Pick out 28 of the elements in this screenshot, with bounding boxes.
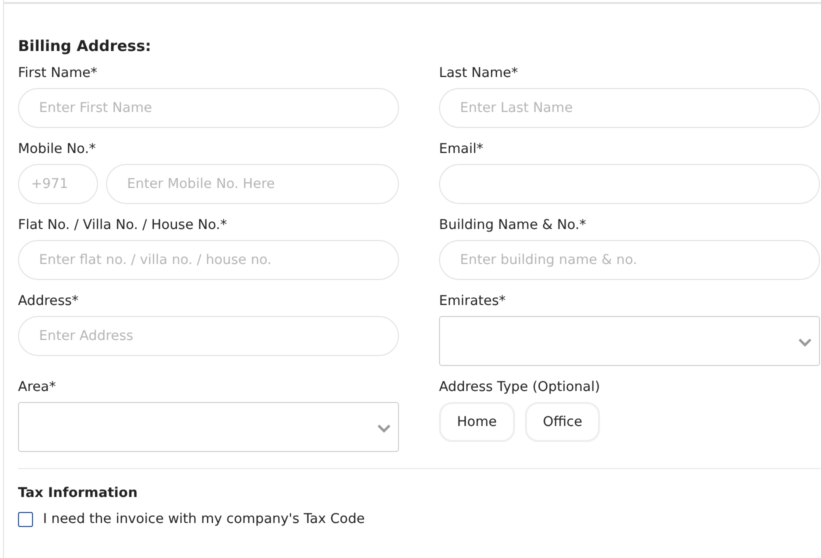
- field-label: Mobile No.*: [18, 140, 97, 159]
- field-label: Flat No. / Villa No. / House No.*: [18, 216, 228, 235]
- mobile-field[interactable]: Enter Mobile No. Here: [106, 164, 399, 204]
- field-label: Building Name & No.*: [439, 216, 588, 235]
- chevron-down-icon: [798, 338, 812, 347]
- field-label: Emirates*: [439, 292, 507, 311]
- input-field[interactable]: Enter flat no. / villa no. / house no.: [18, 240, 399, 280]
- input-field[interactable]: [439, 164, 820, 204]
- field-label: Last Name*: [439, 64, 519, 83]
- section-title: Billing Address:: [18, 37, 152, 55]
- country-code-field[interactable]: +971: [18, 164, 98, 204]
- field-label: Area*: [18, 378, 57, 397]
- field-label: Email*: [439, 140, 484, 159]
- field-label: Address*: [18, 292, 80, 311]
- input-field[interactable]: Enter building name & no.: [439, 240, 820, 280]
- dropdown-field[interactable]: [18, 402, 399, 452]
- section-title: Tax Information: [18, 485, 139, 501]
- field-label: First Name*: [18, 64, 98, 83]
- dropdown-field[interactable]: [439, 316, 820, 366]
- address-type-button[interactable]: Home: [439, 402, 515, 442]
- input-field[interactable]: Enter First Name: [18, 88, 399, 128]
- chevron-down-icon: [377, 424, 391, 433]
- input-field[interactable]: Enter Last Name: [439, 88, 820, 128]
- field-label: Address Type (Optional): [439, 378, 601, 397]
- input-field[interactable]: Enter Address: [18, 316, 399, 356]
- checkbox-label: I need the invoice with my company's Tax Code: [43, 511, 365, 527]
- checkbox[interactable]: [18, 512, 33, 526]
- address-type-button[interactable]: Office: [524, 402, 600, 442]
